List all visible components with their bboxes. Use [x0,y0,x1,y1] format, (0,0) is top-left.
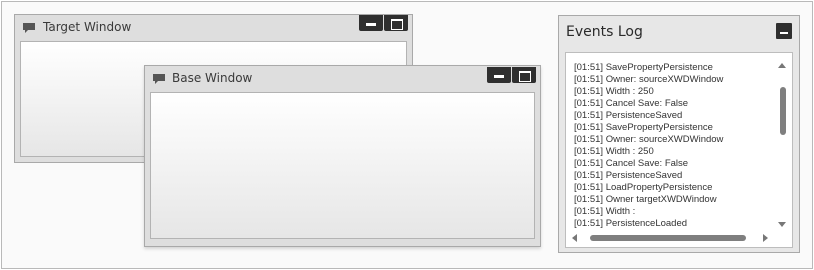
scroll-left-arrow-icon[interactable] [572,234,577,242]
log-entry: [01:51] LoadPropertyPersistence [574,182,713,193]
vertical-scroll-thumb[interactable] [780,87,786,135]
log-entry: [01:51] SavePropertyPersistence [574,122,713,133]
scroll-right-arrow-icon[interactable] [763,234,768,242]
speech-bubble-icon [23,23,35,33]
events-log-list[interactable]: [01:51] SavePropertyPersistence [01:51] O… [574,62,782,232]
minimize-button[interactable] [487,67,511,83]
base-window-content [150,92,535,239]
base-window[interactable]: Base Window [144,65,541,247]
log-entry: [01:51] Cancel Save: False [574,98,689,109]
target-window-titlebar[interactable]: Target Window [15,15,412,41]
log-entry: [01:51] SavePropertyPersistence [574,62,713,73]
events-log-listbox-frame: [01:51] SavePropertyPersistence [01:51] O… [565,52,793,248]
events-log-title: Events Log [566,24,643,40]
maximize-button[interactable] [384,15,408,31]
log-entry: [01:51] Cancel Save: False [574,158,689,169]
speech-bubble-icon [153,74,165,84]
log-entry: [01:51] Owner: sourceXWDWindow [574,134,724,145]
scroll-down-arrow-icon[interactable] [778,222,786,227]
log-entry: [01:51] Width : [574,206,636,217]
minimize-button[interactable] [359,15,383,31]
maximize-button[interactable] [512,67,536,83]
log-entry: [01:51] PersistenceSaved [574,110,683,121]
target-window-controls [359,15,408,31]
log-entry: [01:51] Width : 250 [574,86,654,97]
base-window-controls [487,67,536,83]
log-entry: [01:51] PersistenceLoaded [574,218,688,229]
horizontal-scrollbar[interactable] [568,231,774,245]
scroll-up-arrow-icon[interactable] [778,63,786,68]
log-entry: [01:51] Width : 250 [574,146,654,157]
horizontal-scroll-thumb[interactable] [590,235,746,241]
log-entry: [01:51] Owner: sourceXWDWindow [574,74,724,85]
target-window-title: Target Window [43,20,132,34]
events-log-minimize-button[interactable] [776,23,792,39]
events-log-panel[interactable]: Events Log [01:51] SavePropertyPersisten… [558,15,800,253]
base-window-titlebar[interactable]: Base Window [145,66,540,92]
log-entry: [01:51] Owner targetXWDWindow [574,194,717,205]
vertical-scrollbar[interactable] [774,61,790,231]
log-entry: [01:51] PersistenceSaved [574,170,683,181]
events-log-header: Events Log [559,16,799,48]
base-window-title: Base Window [172,71,253,85]
